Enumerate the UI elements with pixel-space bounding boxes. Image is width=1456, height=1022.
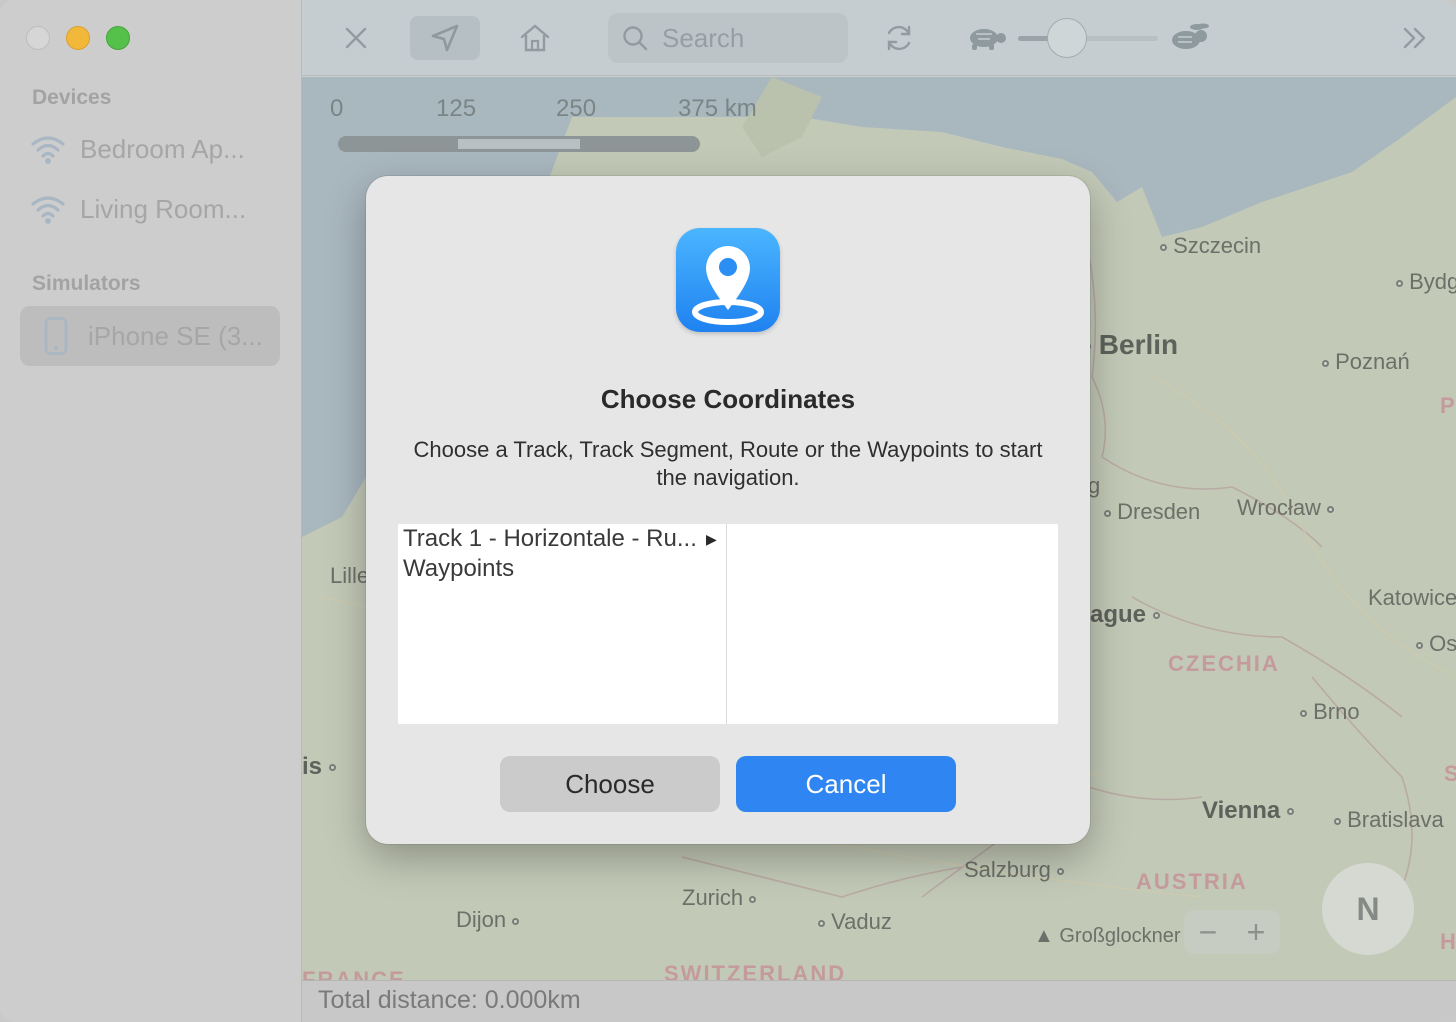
map-city: Szczecin (1160, 233, 1261, 259)
map-city: Bydg (1396, 269, 1456, 295)
iphone-icon (38, 317, 74, 355)
close-icon (345, 27, 367, 49)
simulators-header: Simulators (32, 272, 141, 295)
map-city: Os (1416, 631, 1456, 657)
sidebar-item-label: Living Room... (80, 193, 247, 224)
sidebar-item-label: Bedroom Ap... (80, 133, 245, 164)
devices-header: Devices (32, 86, 112, 109)
scale-label: 125 (436, 95, 477, 122)
scale-label: 250 (556, 95, 597, 122)
turtle-icon (964, 24, 1008, 57)
disclosure-arrow-icon: ▶ (706, 530, 717, 547)
map-peak: ▲ Großglockner (1034, 925, 1181, 947)
minimize-window-button[interactable] (66, 26, 90, 50)
sidebar-item-iphone-se[interactable]: iPhone SE (3... (20, 306, 280, 366)
browser-column: Track 1 - Horizontale - Ru... ▶ Waypoint… (398, 524, 727, 724)
refresh-button[interactable] (864, 16, 934, 60)
map-city-capital: Vienna (1202, 797, 1294, 825)
list-item-label: Waypoints (403, 555, 515, 582)
scale-label: 375 km (678, 95, 757, 122)
map-country-label: FRANCE (302, 967, 406, 980)
sidebar-item-bedroom[interactable]: Bedroom Ap... (30, 126, 245, 172)
home-icon (520, 24, 550, 52)
map-city: ague (1090, 601, 1160, 629)
choose-coordinates-dialog: Choose Coordinates Choose a Track, Track… (366, 176, 1090, 844)
chevron-double-right-icon (1403, 27, 1426, 49)
map-city-capital: is (302, 753, 336, 781)
wifi-icon (30, 133, 66, 165)
map-city: Lille (330, 563, 370, 588)
map-country-label: SWITZERLAND (664, 961, 847, 980)
search-icon (623, 26, 648, 51)
toolbar (302, 0, 1456, 76)
list-item-label: Track 1 - Horizontale - Ru... (403, 525, 697, 552)
map-city: Dresden (1104, 499, 1200, 525)
scale-label: 0 (330, 95, 344, 122)
refresh-icon (887, 25, 911, 51)
speed-slider-knob[interactable] (1047, 18, 1087, 58)
rabbit-icon (1166, 22, 1210, 57)
map-city: Wrocław (1237, 495, 1335, 521)
expand-button[interactable] (1390, 16, 1440, 60)
status-bar: Total distance: 0.000km (302, 980, 1456, 1022)
track-browser: Track 1 - Horizontale - Ru... ▶ Waypoint… (398, 524, 1058, 724)
speed-slider[interactable] (1018, 18, 1158, 58)
location-arrow-icon (431, 24, 459, 52)
map-city: Katowice (1368, 585, 1456, 610)
map-country-label: S (1444, 761, 1456, 786)
choose-button[interactable]: Choose (500, 756, 720, 812)
map-country-label: H (1440, 929, 1456, 954)
close-window-button[interactable] (26, 26, 50, 50)
browser-row-track[interactable]: Track 1 - Horizontale - Ru... ▶ (398, 524, 726, 554)
scale-bar (338, 136, 700, 152)
cancel-button[interactable]: Cancel (736, 756, 956, 812)
compass-label: N (1356, 890, 1380, 927)
search-input[interactable] (662, 22, 832, 54)
map-city: Zurich (682, 885, 757, 911)
sidebar-item-label: iPhone SE (3... (88, 320, 263, 351)
map-city-capital: Berlin (1084, 329, 1178, 361)
app-icon (676, 228, 780, 332)
compass-button[interactable]: N (1322, 863, 1414, 955)
location-pin-icon (692, 246, 764, 325)
map-city: Dijon (456, 907, 520, 933)
browser-row-waypoints[interactable]: Waypoints (398, 554, 726, 584)
maximize-window-button[interactable] (106, 26, 130, 50)
navigate-button[interactable] (410, 16, 480, 60)
zoom-in-button[interactable]: + (1247, 914, 1266, 951)
wifi-icon (30, 193, 66, 225)
zoom-control: − + (1184, 910, 1280, 954)
dialog-message: Choose a Track, Track Segment, Route or … (413, 437, 1043, 490)
home-button[interactable] (500, 16, 570, 60)
sidebar: Devices Bedroom Ap... Living Room... Sim… (0, 0, 302, 1022)
map-country-label: CZECHIA (1168, 651, 1280, 676)
search-field[interactable] (608, 13, 848, 63)
map-country-label: P (1440, 393, 1456, 418)
total-distance-label: Total distance: 0.000km (318, 986, 581, 1014)
close-route-button[interactable] (321, 16, 391, 60)
map-city: Bratislava (1334, 807, 1444, 833)
dialog-title: Choose Coordinates (600, 384, 856, 414)
sidebar-item-living-room[interactable]: Living Room... (30, 186, 246, 232)
zoom-out-button[interactable]: − (1199, 914, 1218, 951)
window-controls (26, 26, 130, 50)
app-window: Devices Bedroom Ap... Living Room... Sim… (0, 0, 1456, 1022)
map-city: Poznań (1322, 349, 1410, 375)
map-city: Brno (1300, 699, 1360, 725)
map-country-label: AUSTRIA (1136, 869, 1248, 894)
map-city: Salzburg (964, 857, 1064, 883)
browser-column-empty (727, 524, 1058, 724)
map-city: Vaduz (818, 909, 892, 935)
